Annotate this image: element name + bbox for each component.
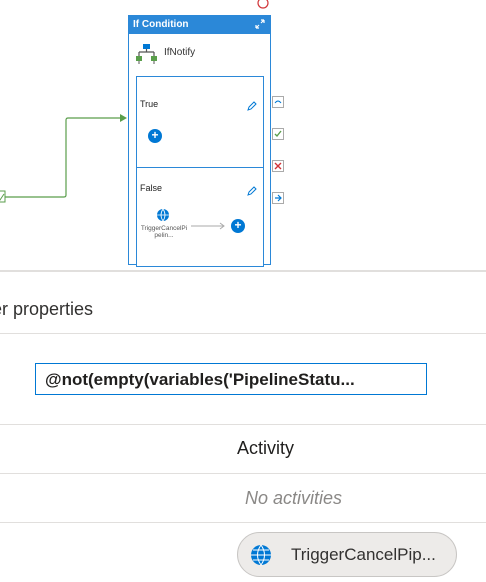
if-condition-activity[interactable]: If Condition IfNotify True + False Trigg… (128, 15, 271, 267)
pencil-icon[interactable] (247, 101, 257, 111)
pencil-icon[interactable] (247, 186, 257, 196)
divider (0, 522, 486, 523)
activity-column-header: Activity (237, 438, 295, 458)
trigger-activity-label[interactable]: TriggerCancelPipelin... (140, 225, 188, 239)
globe-icon (251, 544, 271, 566)
arrow-icon (191, 222, 225, 230)
no-activities-text: No activities (245, 488, 343, 508)
divider (0, 473, 486, 474)
skip-icon[interactable] (272, 96, 284, 108)
check-icon[interactable] (272, 128, 284, 140)
true-branch[interactable]: True + (136, 76, 264, 168)
false-branch-label: False (140, 183, 163, 193)
globe-icon (157, 208, 169, 222)
activity-name: IfNotify (164, 47, 196, 58)
expression-input[interactable]: @not(empty(variables('PipelineStatu... (35, 363, 427, 395)
properties-title: er properties (0, 299, 94, 319)
activity-chip-label: TriggerCancelPip... (291, 545, 436, 564)
close-icon[interactable] (272, 160, 284, 172)
bottom-icons (154, 263, 244, 267)
connector-line[interactable] (0, 110, 135, 205)
properties-panel: er properties @not(empty(variables('Pipe… (0, 270, 486, 582)
arrow-icon[interactable] (272, 192, 284, 204)
add-activity-plus-icon[interactable]: + (148, 129, 162, 143)
if-condition-icon (136, 44, 157, 64)
if-condition-header[interactable]: If Condition (129, 16, 270, 34)
divider (0, 333, 486, 334)
activity-chip[interactable]: TriggerCancelPip... (237, 532, 457, 577)
if-condition-title: If Condition (133, 19, 189, 30)
expand-icon[interactable] (254, 18, 266, 34)
add-activity-plus-icon[interactable]: + (231, 219, 245, 233)
divider (0, 424, 486, 425)
connection-handle-icon[interactable] (256, 0, 270, 10)
false-branch[interactable]: False TriggerCancelPipelin... + (136, 167, 264, 267)
pipeline-canvas[interactable]: If Condition IfNotify True + False Trigg… (0, 0, 486, 270)
true-branch-label: True (140, 99, 159, 109)
